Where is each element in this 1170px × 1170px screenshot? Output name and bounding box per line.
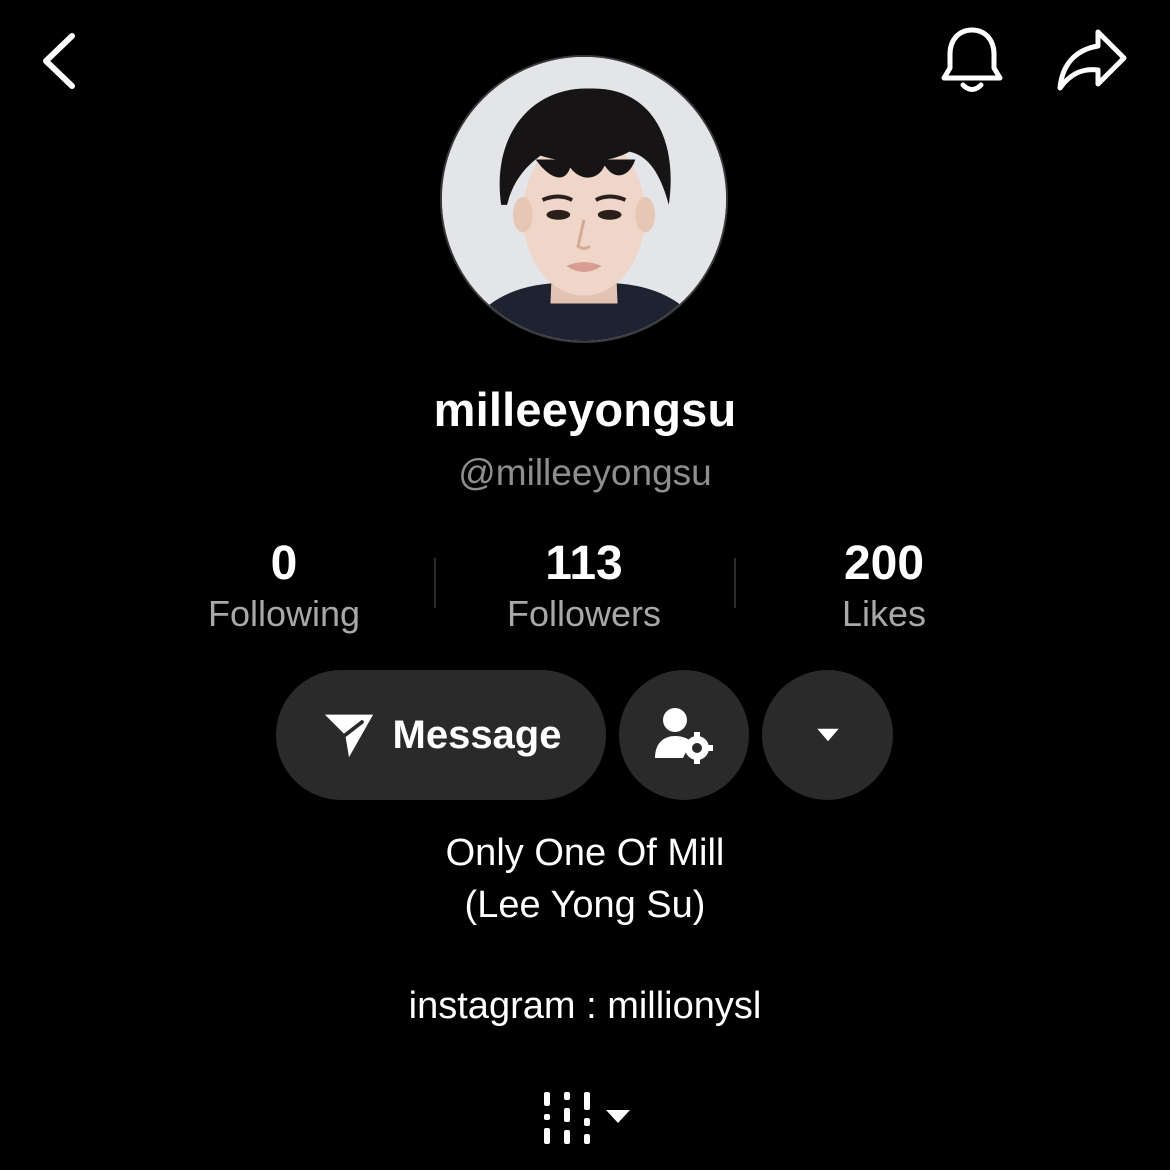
- user-settings-icon: [653, 706, 715, 764]
- bell-icon[interactable]: [938, 24, 1006, 96]
- stat-label: Following: [207, 593, 361, 634]
- stat-value: 200: [843, 537, 925, 590]
- bio-line: (Lee Yong Su): [464, 884, 706, 926]
- more-dropdown-button[interactable]: [762, 670, 893, 800]
- message-button[interactable]: Message: [276, 670, 606, 800]
- username-handle: @milleeyongsu: [458, 452, 712, 493]
- stat-value: 0: [270, 537, 298, 590]
- bio-line: Only One Of Mill: [445, 832, 725, 874]
- stat-followers[interactable]: 113 Followers: [434, 536, 734, 636]
- caret-down-icon: [815, 727, 841, 743]
- stat-following[interactable]: 0 Following: [134, 536, 434, 636]
- chevron-left-icon[interactable]: [36, 30, 86, 92]
- stat-value: 113: [545, 537, 623, 590]
- send-icon: [321, 709, 377, 761]
- message-label: Message: [392, 712, 562, 757]
- stat-likes[interactable]: 200 Likes: [734, 536, 1034, 636]
- profile-settings-button[interactable]: [619, 670, 749, 800]
- share-arrow-icon[interactable]: [1054, 26, 1130, 94]
- bio-instagram-line: instagram : millionysl: [408, 985, 762, 1027]
- stat-label: Followers: [506, 593, 662, 634]
- avatar[interactable]: [440, 55, 728, 343]
- stat-label: Likes: [841, 593, 927, 634]
- bars-dropdown-icon[interactable]: [540, 1090, 632, 1148]
- avatar-photo: [442, 57, 726, 341]
- display-name: milleeyongsu: [433, 383, 737, 436]
